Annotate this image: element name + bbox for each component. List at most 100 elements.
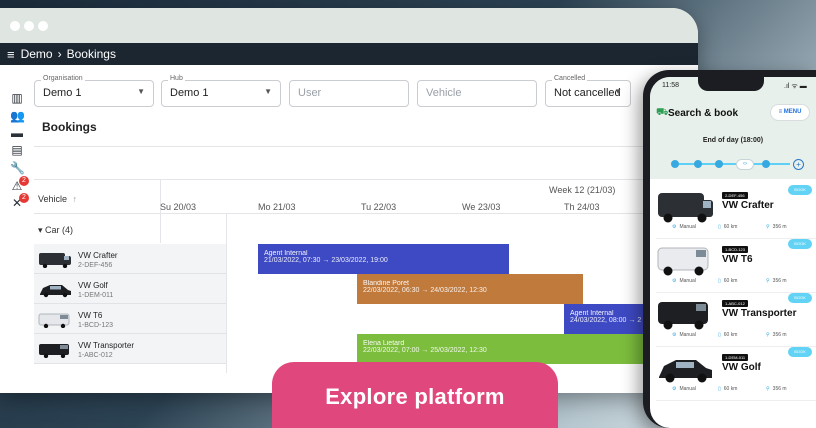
hub-value: Demo 1 — [170, 87, 209, 99]
hamburger-menu-icon[interactable]: ≡ — [7, 47, 15, 62]
phone-notch — [698, 77, 764, 91]
divider — [226, 213, 227, 373]
vehicle-card[interactable]: 1-DEM-011 VW Golf BOOK ⚙ Manual ▯ 60 km ⚲ 3… — [656, 347, 816, 401]
book-button[interactable]: BOOK — [788, 185, 812, 195]
battery-icon: ▯ — [718, 332, 721, 338]
app-bar: ≡ Demo › Bookings — [0, 43, 698, 65]
vehicle-card[interactable]: 1-BCD-123 VW T6 BOOK ⚙ Manual ▯ 60 km ⚲ 356… — [656, 239, 816, 293]
vehicle-plate: 2-DEF-456 — [78, 262, 113, 269]
users-icon[interactable]: 👥 — [10, 109, 25, 123]
location-icon: ⚲ — [766, 332, 770, 338]
van-image — [657, 247, 709, 276]
vehicle-plate: 1-ABC-012 — [78, 352, 113, 359]
vehicle-input[interactable]: Vehicle — [417, 80, 537, 107]
booking-bar[interactable]: Agent Internal 21/03/2022, 07:30 → 23/03… — [258, 244, 509, 274]
transmission: ⚙ Manual — [672, 386, 696, 392]
filter-bar: Organisation Demo 1 ▼ Hub Demo 1 ▼ User … — [28, 65, 698, 114]
window-titlebar — [0, 8, 698, 43]
location-icon: ⚲ — [766, 278, 770, 284]
panel-title: Bookings — [42, 120, 97, 134]
cancelled-label: Cancelled — [552, 75, 588, 82]
chevron-down-icon: ▼ — [614, 87, 622, 96]
book-button[interactable]: BOOK — [788, 293, 812, 303]
booking-user: Blandine Poret — [363, 280, 409, 287]
booking-bar[interactable]: Blandine Poret 22/03/2022, 06:30 → 24/03… — [357, 274, 583, 304]
car-image — [659, 360, 712, 383]
slider-tick — [694, 160, 702, 168]
divider — [34, 179, 698, 180]
wrench-icon[interactable]: 🔧 — [10, 161, 25, 175]
organisation-select[interactable]: Organisation Demo 1 ▼ — [34, 75, 154, 107]
window-maximize-dot[interactable] — [38, 21, 48, 31]
sort-arrow-icon[interactable]: ↑ — [73, 194, 78, 204]
plate-badge: 1-BCD-123 — [722, 246, 749, 253]
add-time-button[interactable]: + — [793, 159, 804, 170]
calendar-icon[interactable]: ▤ — [10, 143, 24, 157]
explore-platform-button[interactable]: Explore platform — [272, 362, 558, 428]
menu-button[interactable]: ≡ MENU — [770, 104, 810, 121]
window-minimize-dot[interactable] — [24, 21, 34, 31]
distance: ⚲ 356 m — [766, 386, 787, 392]
user-input[interactable]: User — [289, 80, 409, 107]
battery-icon: ▯ — [718, 278, 721, 284]
phone-screen: 11:58 .ıl ᯤ ▬ Search & book ⛟ ≡ MENU End… — [650, 77, 816, 428]
cancelled-select[interactable]: Cancelled Not cancelled ▼ — [545, 75, 631, 107]
caret-down-icon: ▾ — [38, 225, 46, 235]
organisation-value: Demo 1 — [43, 87, 82, 99]
slider-handle[interactable]: ‹› — [736, 159, 754, 170]
booking-time: 21/03/2022, 07:30 → 23/03/2022, 19:00 — [264, 257, 388, 264]
gearbox-icon: ⚙ — [672, 278, 677, 284]
sidebar: ▥ 👥 ▬ ▤ 🔧 ⚠ 2 ✕ 2 — [0, 65, 29, 393]
transmission: ⚙ Manual — [672, 278, 696, 284]
vehicle-name: VW Crafter — [78, 251, 118, 260]
booking-user: Agent Internal — [264, 250, 308, 257]
vehicle-plate: 1-BCD-123 — [78, 322, 114, 329]
plate-badge: 1-DEM-011 — [722, 354, 749, 361]
battery-icon: ▯ — [718, 224, 721, 230]
signal-battery-icon: .ıl ᯤ ▬ — [784, 83, 807, 90]
hub-label: Hub — [168, 75, 185, 82]
search-book-title: Search & book — [668, 108, 739, 119]
vehicle-name: VW Crafter — [722, 200, 774, 211]
time-slider-track[interactable] — [675, 163, 790, 165]
group-toggle[interactable]: ▾ Car (4) — [34, 215, 160, 245]
hub-select[interactable]: Hub Demo 1 ▼ — [161, 75, 281, 107]
breadcrumb-separator: › — [57, 47, 62, 61]
location-icon: ⚲ — [766, 386, 770, 392]
menu-label: MENU — [783, 109, 802, 115]
car-image — [40, 285, 71, 298]
table-row[interactable]: VW Transporter 1-ABC-012 — [34, 334, 226, 364]
booking-time: 22/03/2022, 06:30 → 24/03/2022, 12:30 — [363, 287, 487, 294]
vehicle-name: VW Transporter — [78, 341, 135, 350]
table-row[interactable]: VW T6 1-BCD-123 — [34, 304, 226, 334]
book-button[interactable]: BOOK — [788, 239, 812, 249]
user-placeholder: User — [298, 87, 322, 99]
car-icon[interactable]: ▬ — [10, 126, 24, 140]
breadcrumb-root[interactable]: Demo — [21, 47, 53, 61]
table-row[interactable]: VW Golf 1-DEM-011 — [34, 274, 226, 304]
van-image — [39, 253, 71, 268]
vehicle-card[interactable]: 2-DEF-456 VW Crafter BOOK ⚙ Manual ▯ 60 km… — [656, 185, 816, 239]
vehicle-column-header[interactable]: Vehicle ↑ — [38, 194, 77, 204]
window-close-dot[interactable] — [10, 21, 20, 31]
warning-badge: 2 — [19, 176, 29, 186]
vehicle-card[interactable]: 1-ABC-012 VW Transporter BOOK ⚙ Manual ▯ 6… — [656, 293, 816, 347]
organisation-label: Organisation — [41, 75, 85, 82]
car-key-icon: ⛟ — [656, 107, 669, 118]
divider — [34, 213, 698, 214]
book-button[interactable]: BOOK — [788, 347, 812, 357]
slider-tick — [762, 160, 770, 168]
slider-tick — [715, 160, 723, 168]
divider — [34, 146, 698, 147]
van-image — [658, 193, 713, 223]
range: ▯ 60 km — [718, 332, 738, 338]
cancelled-value: Not cancelled — [554, 87, 621, 99]
vehicle-placeholder: Vehicle — [426, 87, 462, 99]
day-header: We 23/03 — [462, 202, 501, 212]
range: ▯ 60 km — [718, 224, 738, 230]
building-icon[interactable]: ▥ — [10, 91, 24, 105]
vehicle-name: VW Transporter — [722, 308, 797, 319]
table-row[interactable]: VW Crafter 2-DEF-456 — [34, 244, 226, 274]
day-header: Su 20/03 — [160, 202, 197, 212]
phone-header: 11:58 .ıl ᯤ ▬ Search & book ⛟ ≡ MENU End… — [650, 77, 816, 179]
